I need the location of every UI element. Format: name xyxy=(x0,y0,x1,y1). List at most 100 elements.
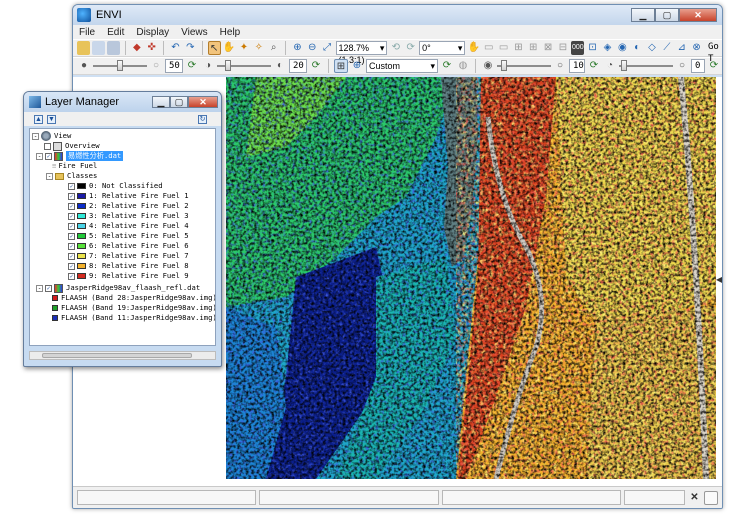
refresh-icon[interactable]: ⟳ xyxy=(309,59,323,73)
sync-icon[interactable]: ↻ xyxy=(198,114,207,124)
class-row[interactable]: ✓ 4: Relative Fire Fuel 4 xyxy=(68,221,189,231)
polygon-icon[interactable]: ⊠ xyxy=(542,41,555,55)
class-checkbox[interactable]: ✓ xyxy=(68,212,75,220)
counter-icon[interactable]: 000 xyxy=(571,41,585,55)
menu-file[interactable]: File xyxy=(79,27,95,38)
tree-class-file-node[interactable]: - ✓ 易燃性分析.dat xyxy=(36,151,124,161)
data-manager-icon[interactable] xyxy=(91,41,105,55)
raster-checkbox[interactable]: ✓ xyxy=(45,284,52,292)
slider-thumb[interactable] xyxy=(225,60,231,71)
rotate-icon[interactable]: ✧ xyxy=(252,41,265,55)
horizontal-scrollbar[interactable] xyxy=(29,351,216,360)
class-checkbox[interactable]: ✓ xyxy=(68,252,75,260)
cancel-process-icon[interactable]: ✕ xyxy=(688,491,702,505)
class-checkbox[interactable]: ✓ xyxy=(68,232,75,240)
open-folder-icon[interactable] xyxy=(77,41,90,55)
collapse-toggle-icon[interactable]: - xyxy=(46,172,53,180)
tree-raster-node[interactable]: - ✓ JasperRidge98av_flaash_refl.dat xyxy=(36,283,200,293)
layer-manager-titlebar[interactable]: Layer Manager ▁ ▢ ✕ xyxy=(24,92,221,112)
tree-classes-node[interactable]: - Classes xyxy=(46,171,97,181)
class-checkbox[interactable]: ✓ xyxy=(68,222,75,230)
class-checkbox[interactable]: ✓ xyxy=(68,182,75,190)
go-to-label[interactable]: Go T xyxy=(705,41,722,64)
overview-checkbox[interactable] xyxy=(44,142,51,150)
band-row[interactable]: FLAASH (Band 28:JasperRidge98av.img) xyxy=(52,293,215,303)
class-row[interactable]: ✓ 2: Relative Fire Fuel 2 xyxy=(68,201,189,211)
redo-icon[interactable]: ↷ xyxy=(184,41,197,55)
refresh-icon[interactable]: ⟳ xyxy=(185,59,199,73)
contrast-value[interactable]: 20 xyxy=(289,59,307,73)
menu-help[interactable]: Help xyxy=(220,27,241,38)
sharpen-slider[interactable] xyxy=(497,59,551,73)
tree-view-node[interactable]: - View xyxy=(32,131,71,141)
swipe-icon[interactable]: ◐ xyxy=(631,41,644,55)
refresh-icon[interactable]: ⟳ xyxy=(707,59,721,73)
maximize-button[interactable]: ▢ xyxy=(655,8,679,22)
stretch-combo[interactable]: Custom ▾ xyxy=(366,59,438,73)
maximize-button[interactable]: ▢ xyxy=(170,96,188,108)
scrollbar-thumb[interactable] xyxy=(42,353,192,358)
minimize-button[interactable]: ▁ xyxy=(631,8,655,22)
stretch-icon[interactable]: ⊕ xyxy=(350,59,364,73)
rotation-combo[interactable]: 0° ▾ xyxy=(419,41,466,55)
pin-icon[interactable]: ◆ xyxy=(130,41,143,55)
polyline-icon[interactable]: ⊟ xyxy=(557,41,570,55)
class-file-checkbox[interactable]: ✓ xyxy=(45,152,52,160)
chip-icon[interactable]: ◇ xyxy=(646,41,659,55)
transparency-reset-icon[interactable]: ○ xyxy=(675,59,689,73)
menu-views[interactable]: Views xyxy=(181,27,208,38)
class-row[interactable]: ✓ 6: Relative Fire Fuel 6 xyxy=(68,241,189,251)
zoom-in-icon[interactable]: ⊕ xyxy=(291,41,304,55)
rotate-right-icon[interactable]: ⟳ xyxy=(404,41,417,55)
brightness-slider[interactable] xyxy=(93,59,147,73)
panel-toggle-icon[interactable]: ◀ xyxy=(716,275,722,287)
close-button[interactable]: ✕ xyxy=(679,8,717,22)
class-row[interactable]: ✓ 0: Not Classified xyxy=(68,181,163,191)
class-row[interactable]: ✓ 7: Relative Fire Fuel 7 xyxy=(68,251,189,261)
point-icon[interactable]: ⊞ xyxy=(527,41,540,55)
collapse-toggle-icon[interactable]: - xyxy=(36,152,43,160)
sharpen-value[interactable]: 10 xyxy=(569,59,585,73)
class-checkbox[interactable]: ✓ xyxy=(68,192,75,200)
close-button[interactable]: ✕ xyxy=(188,96,218,108)
class-row[interactable]: ✓ 8: Relative Fire Fuel 8 xyxy=(68,261,189,271)
brightness-reset-icon[interactable]: ○ xyxy=(149,59,163,73)
roi-icon[interactable]: ⊞ xyxy=(512,41,525,55)
menu-display[interactable]: Display xyxy=(136,27,169,38)
pan-icon[interactable]: ✋ xyxy=(223,41,236,55)
vector-icon[interactable]: ▭ xyxy=(482,41,495,55)
class-row[interactable]: ✓ 3: Relative Fire Fuel 3 xyxy=(68,211,189,221)
tree-fire-fuel-node[interactable]: ≡ Fire Fuel xyxy=(52,161,97,171)
refresh-icon[interactable]: ⟳ xyxy=(440,59,454,73)
rotate-left-icon[interactable]: ⟲ xyxy=(389,41,402,55)
class-checkbox[interactable]: ✓ xyxy=(68,272,75,280)
print-icon[interactable] xyxy=(106,41,120,55)
contrast-slider[interactable] xyxy=(217,59,271,73)
class-row[interactable]: ✓ 5: Relative Fire Fuel 5 xyxy=(68,231,189,241)
undo-icon[interactable]: ↶ xyxy=(169,41,182,55)
band-row[interactable]: FLAASH (Band 11:JasperRidge98av.img) xyxy=(52,313,215,323)
portal-icon[interactable]: ⊡ xyxy=(586,41,599,55)
class-checkbox[interactable]: ✓ xyxy=(68,202,75,210)
process-icon[interactable] xyxy=(704,490,719,505)
class-checkbox[interactable]: ✓ xyxy=(68,262,75,270)
transparency-slider[interactable] xyxy=(619,59,673,73)
classified-image[interactable] xyxy=(226,77,716,479)
refresh-icon[interactable]: ⟳ xyxy=(587,59,601,73)
transparency-value[interactable]: 0 xyxy=(691,59,705,73)
zoom-combo[interactable]: 128.7% (1.3:1) ▾ xyxy=(335,41,388,65)
histogram-icon[interactable]: ⊞ xyxy=(334,59,348,73)
minimize-button[interactable]: ▁ xyxy=(152,96,170,108)
select-arrow-icon[interactable]: ↖ xyxy=(207,41,221,55)
flicker-icon[interactable]: ◉ xyxy=(616,41,629,55)
class-row[interactable]: ✓ 1: Relative Fire Fuel 1 xyxy=(68,191,189,201)
blend-icon[interactable]: ◈ xyxy=(601,41,614,55)
crosshair-icon[interactable]: ✜ xyxy=(145,41,158,55)
collapse-all-icon[interactable]: ▲ xyxy=(34,114,43,124)
sharpen-reset-icon[interactable]: ○ xyxy=(553,59,567,73)
band-row[interactable]: FLAASH (Band 19:JasperRidge98av.img) xyxy=(52,303,215,313)
north-up-icon[interactable]: ✋ xyxy=(467,41,480,55)
contrast-reset-icon[interactable]: ◐ xyxy=(273,59,287,73)
grid-icon[interactable]: ⊿ xyxy=(675,41,688,55)
collapse-toggle-icon[interactable]: - xyxy=(36,284,43,292)
